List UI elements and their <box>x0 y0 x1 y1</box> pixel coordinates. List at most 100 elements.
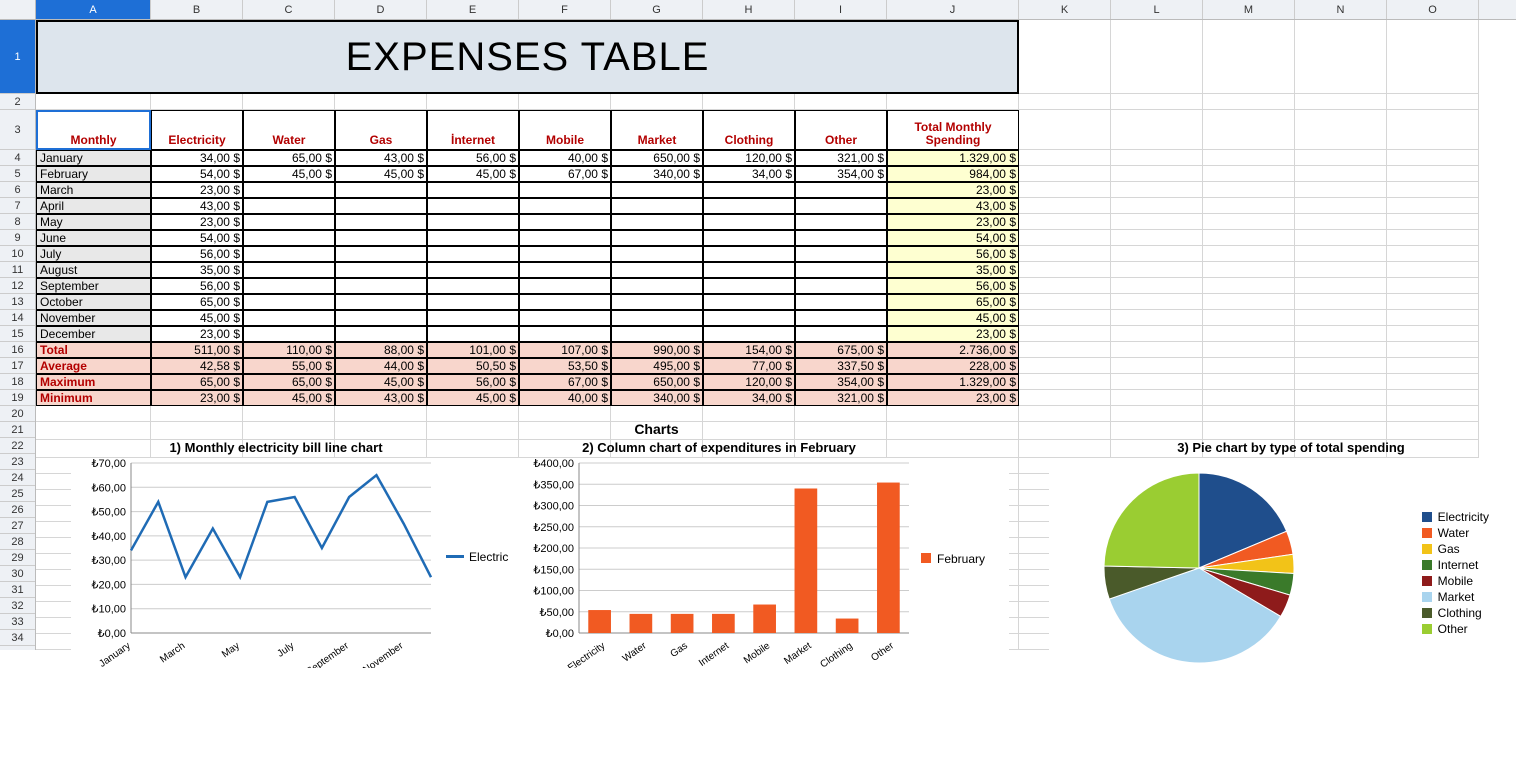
month-cell[interactable]: November <box>36 310 151 326</box>
select-all-corner[interactable] <box>0 0 36 19</box>
data-cell[interactable] <box>427 198 519 214</box>
row-header-29[interactable]: 29 <box>0 550 35 566</box>
summary-cell[interactable]: 50,50 $ <box>427 358 519 374</box>
cell[interactable] <box>1203 374 1295 390</box>
table-header[interactable]: İnternet <box>427 110 519 150</box>
cell[interactable] <box>1019 94 1111 110</box>
cell[interactable] <box>1295 94 1387 110</box>
row-header-20[interactable]: 20 <box>0 406 35 422</box>
cell[interactable] <box>1295 246 1387 262</box>
row-header-13[interactable]: 13 <box>0 294 35 310</box>
table-header[interactable]: Monthly <box>36 110 151 150</box>
data-cell[interactable] <box>243 278 335 294</box>
cell[interactable] <box>1203 246 1295 262</box>
cell[interactable] <box>1295 182 1387 198</box>
cell[interactable] <box>1019 182 1111 198</box>
data-cell[interactable]: 45,00 $ <box>243 166 335 182</box>
row-header-6[interactable]: 6 <box>0 182 35 198</box>
column-header-G[interactable]: G <box>611 0 703 19</box>
cell[interactable] <box>1111 20 1203 94</box>
row-header-1[interactable]: 1 <box>0 20 35 94</box>
cell[interactable] <box>1295 230 1387 246</box>
data-cell[interactable] <box>243 310 335 326</box>
cell[interactable] <box>1203 342 1295 358</box>
data-cell[interactable] <box>703 294 795 310</box>
cell[interactable] <box>151 422 243 440</box>
column-header-I[interactable]: I <box>795 0 887 19</box>
data-cell[interactable] <box>427 246 519 262</box>
data-cell[interactable]: 23,00 $ <box>151 182 243 198</box>
cell[interactable] <box>1295 214 1387 230</box>
cell[interactable] <box>1295 374 1387 390</box>
cell[interactable] <box>1295 20 1387 94</box>
cell[interactable] <box>1019 310 1111 326</box>
summary-cell[interactable]: 650,00 $ <box>611 374 703 390</box>
month-cell[interactable]: July <box>36 246 151 262</box>
cell[interactable] <box>1111 310 1203 326</box>
cell[interactable] <box>1295 166 1387 182</box>
cell[interactable] <box>887 406 1019 422</box>
cell[interactable] <box>1111 294 1203 310</box>
data-cell[interactable] <box>427 214 519 230</box>
cell[interactable] <box>1387 406 1479 422</box>
column-header-H[interactable]: H <box>703 0 795 19</box>
grid-area[interactable]: EXPENSES TABLEMonthlyElectricityWaterGas… <box>36 20 1516 650</box>
data-cell[interactable]: 34,00 $ <box>151 150 243 166</box>
cell[interactable] <box>1019 358 1111 374</box>
data-cell[interactable]: 35,00 $ <box>151 262 243 278</box>
data-cell[interactable] <box>611 278 703 294</box>
cell[interactable] <box>1019 278 1111 294</box>
summary-cell[interactable]: 354,00 $ <box>795 374 887 390</box>
cell[interactable] <box>1111 326 1203 342</box>
cell[interactable] <box>1387 20 1479 94</box>
data-cell[interactable]: 35,00 $ <box>887 262 1019 278</box>
row-header-19[interactable]: 19 <box>0 390 35 406</box>
cell[interactable] <box>1111 150 1203 166</box>
cell[interactable] <box>611 94 703 110</box>
cell[interactable] <box>1387 278 1479 294</box>
cell[interactable] <box>1111 94 1203 110</box>
cell[interactable] <box>1295 278 1387 294</box>
cell[interactable] <box>1295 422 1387 440</box>
data-cell[interactable]: 56,00 $ <box>427 150 519 166</box>
data-cell[interactable] <box>795 230 887 246</box>
data-cell[interactable] <box>795 214 887 230</box>
data-cell[interactable] <box>795 278 887 294</box>
cell[interactable] <box>703 422 795 440</box>
title-cell[interactable]: EXPENSES TABLE <box>36 20 1019 94</box>
summary-cell[interactable]: 55,00 $ <box>243 358 335 374</box>
row-header-5[interactable]: 5 <box>0 166 35 182</box>
data-cell[interactable] <box>243 326 335 342</box>
summary-cell[interactable]: 23,00 $ <box>151 390 243 406</box>
row-header-25[interactable]: 25 <box>0 486 35 502</box>
row-header-28[interactable]: 28 <box>0 534 35 550</box>
column-header-D[interactable]: D <box>335 0 427 19</box>
data-cell[interactable]: 23,00 $ <box>887 214 1019 230</box>
data-cell[interactable] <box>795 294 887 310</box>
cell[interactable] <box>1019 406 1111 422</box>
data-cell[interactable] <box>519 182 611 198</box>
summary-cell[interactable]: 2.736,00 $ <box>887 342 1019 358</box>
cell[interactable] <box>1019 390 1111 406</box>
data-cell[interactable] <box>703 278 795 294</box>
cell[interactable] <box>887 422 1019 440</box>
data-cell[interactable] <box>611 214 703 230</box>
cell[interactable] <box>1203 278 1295 294</box>
summary-cell[interactable]: 23,00 $ <box>887 390 1019 406</box>
cell[interactable] <box>1387 342 1479 358</box>
cell[interactable] <box>1295 198 1387 214</box>
table-header[interactable]: Clothing <box>703 110 795 150</box>
row-header-8[interactable]: 8 <box>0 214 35 230</box>
data-cell[interactable] <box>335 262 427 278</box>
column-header-A[interactable]: A <box>36 0 151 19</box>
cell[interactable] <box>1387 230 1479 246</box>
data-cell[interactable] <box>703 182 795 198</box>
summary-cell[interactable]: 101,00 $ <box>427 342 519 358</box>
cell[interactable] <box>1203 94 1295 110</box>
data-cell[interactable] <box>611 326 703 342</box>
cell[interactable] <box>36 406 151 422</box>
cell[interactable] <box>1111 406 1203 422</box>
cell[interactable] <box>335 406 427 422</box>
data-cell[interactable] <box>611 310 703 326</box>
cell[interactable] <box>1203 406 1295 422</box>
